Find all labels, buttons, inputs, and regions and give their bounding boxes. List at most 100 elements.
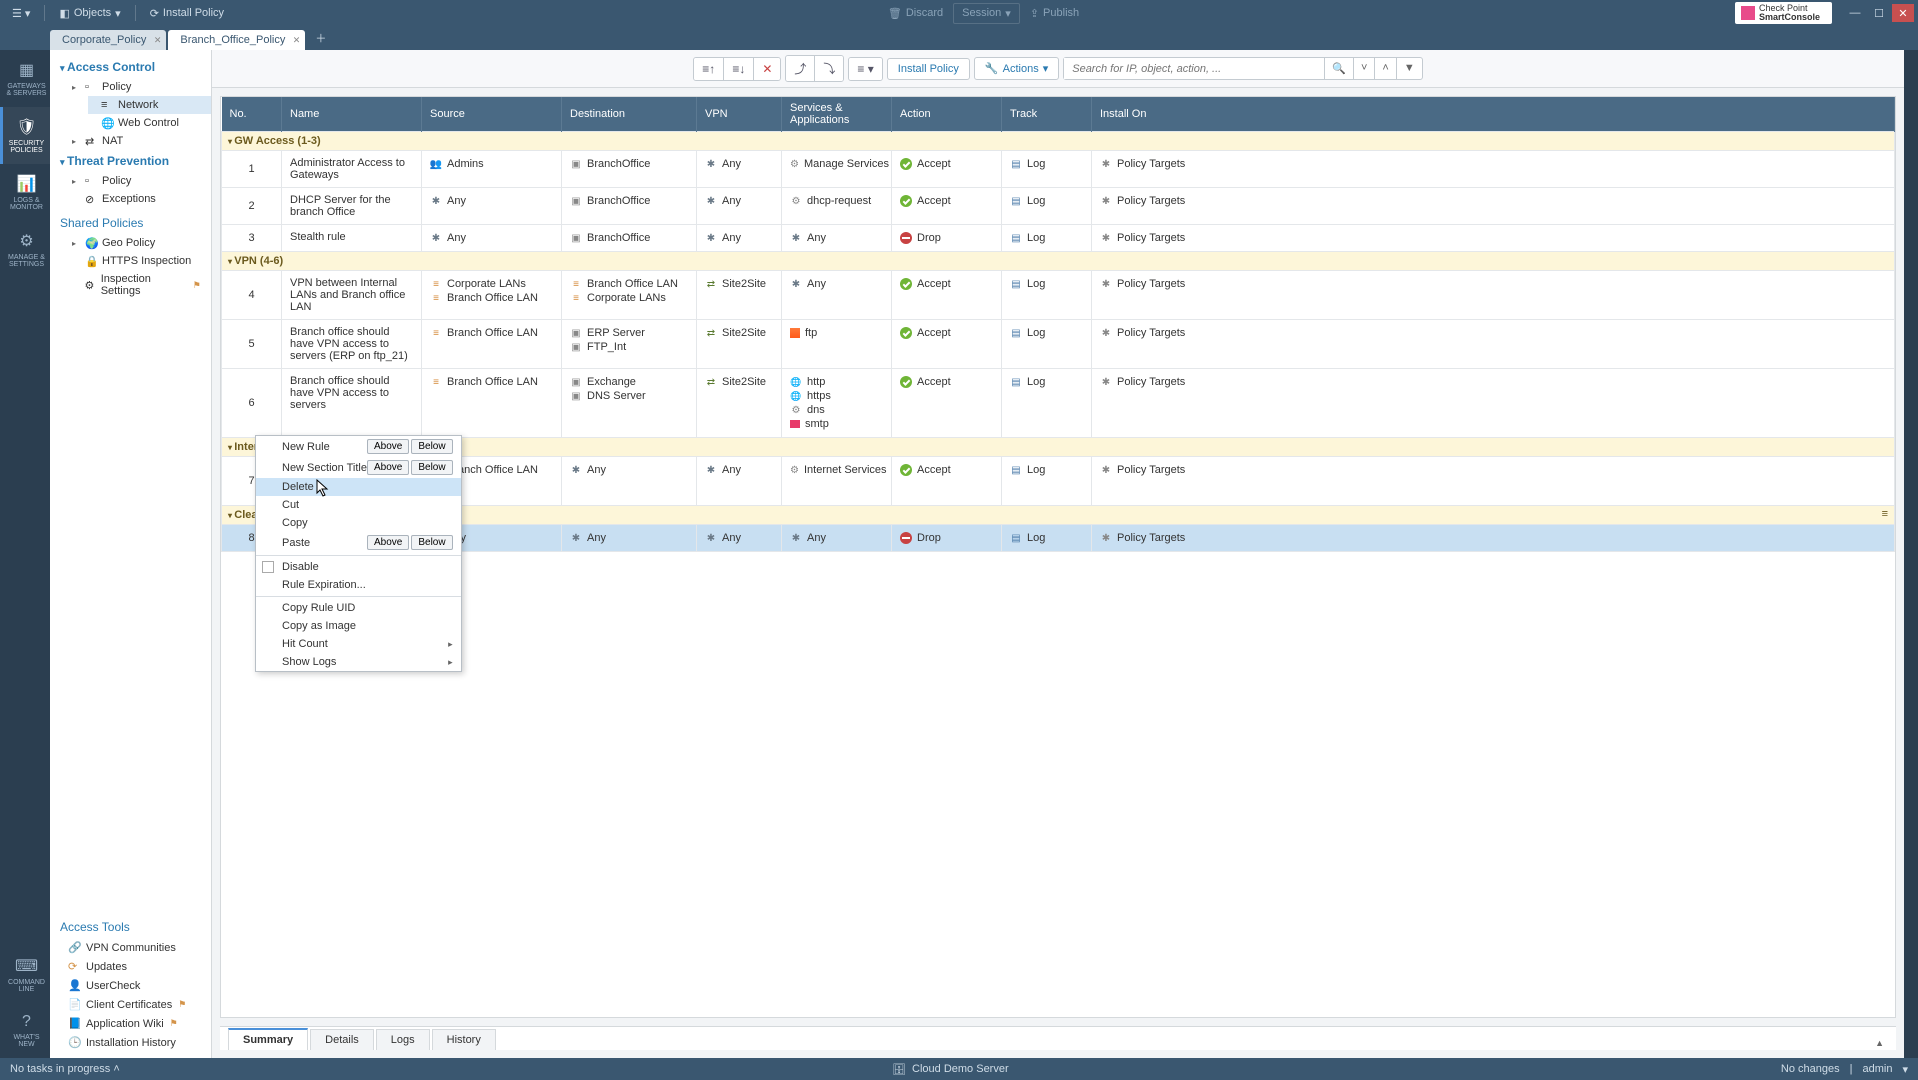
cell-value[interactable]: Branch Office LAN [587,278,678,290]
rule-name[interactable]: Administrator Access to Gateways [282,151,422,188]
cell-value[interactable]: Log [1027,232,1045,244]
search-button[interactable]: 🔍 [1324,58,1353,79]
cell-value[interactable]: Site2Site [722,376,766,388]
ctx-below-button[interactable]: Below [411,439,452,454]
sidebar-tp-policy[interactable]: ▫ Policy [50,172,211,190]
ctx-above-button[interactable]: Above [367,535,409,550]
search-input[interactable] [1064,58,1324,79]
tool-history[interactable]: 🕒Installation History [50,1033,211,1052]
col-dest[interactable]: Destination [562,97,697,132]
cell-value[interactable]: Accept [917,278,951,290]
discard-button[interactable]: 🗑 Discard [880,3,951,24]
app-menu-button[interactable]: ☰ ▾ [4,4,38,23]
cell-value[interactable]: Any [587,532,606,544]
cell-value[interactable]: dhcp-request [807,195,871,207]
sidebar-inspection[interactable]: ⚙ Inspection Settings ⚑ [50,270,211,300]
cell-value[interactable]: Policy Targets [1117,195,1185,207]
rule-name[interactable]: Branch office should have VPN access to … [282,320,422,369]
tab-add-button[interactable]: ＋ [307,26,334,50]
close-icon[interactable]: ✕ [154,35,162,46]
cell-value[interactable]: Policy Targets [1117,376,1185,388]
cell-value[interactable]: ftp [805,327,817,339]
add-above-button[interactable]: ≡↑ [694,58,724,80]
cell-value[interactable]: Branch Office LAN [447,327,538,339]
maximize-button[interactable]: ☐ [1868,4,1890,22]
bottom-tab-logs[interactable]: Logs [376,1029,430,1050]
cell-value[interactable]: Log [1027,327,1045,339]
sidebar-webcontrol[interactable]: 🌐 Web Control [88,114,211,132]
status-user[interactable]: admin [1863,1063,1893,1075]
tool-certs[interactable]: 📄Client Certificates⚑ [50,995,211,1014]
rail-gateways[interactable]: ▦ GATEWAYS & SERVERS [0,50,50,107]
rule-row[interactable]: 3 Stealth rule Any BranchOffice Any Any … [222,225,1895,252]
rail-whatsnew[interactable]: ? WHAT'S NEW [0,1003,50,1058]
ctx-expiration[interactable]: Rule Expiration... [256,576,461,594]
sidebar-geo[interactable]: 🌍 Geo Policy [50,234,211,252]
section-internet[interactable]: Internet Access (7) [222,438,1895,457]
cell-value[interactable]: Log [1027,195,1045,207]
ctx-copy[interactable]: Copy [256,514,461,532]
ctx-delete[interactable]: Delete [256,478,461,496]
rule-row[interactable]: 8 Cleanup Any Any Any Any Drop Log Polic… [222,525,1895,552]
tool-appwiki[interactable]: 📘Application Wiki⚑ [50,1014,211,1033]
cell-value[interactable]: Policy Targets [1117,327,1185,339]
cell-value[interactable]: Any [722,232,741,244]
tool-updates[interactable]: ⟳Updates [50,957,211,976]
sidebar-policy[interactable]: ▫ Policy [50,78,211,96]
cell-value[interactable]: Site2Site [722,327,766,339]
cell-value[interactable]: Any [587,464,606,476]
bottom-tab-summary[interactable]: Summary [228,1028,308,1050]
cell-value[interactable]: http [807,376,825,388]
cell-value[interactable]: Any [807,278,826,290]
cell-value[interactable]: https [807,390,831,402]
filter-button[interactable]: ▼ [1396,58,1422,79]
ctx-below-button[interactable]: Below [411,460,452,475]
rule-name[interactable]: DHCP Server for the branch Office [282,188,422,225]
cell-value[interactable]: BranchOffice [587,158,650,170]
cell-value[interactable]: Any [447,195,466,207]
cell-value[interactable]: BranchOffice [587,232,650,244]
cell-value[interactable]: Drop [917,532,941,544]
rail-logs[interactable]: 📊 LOGS & MONITOR [0,164,50,221]
cell-value[interactable]: FTP_Int [587,341,626,353]
rule-row[interactable]: 1 Administrator Access to Gateways Admin… [222,151,1895,188]
cell-value[interactable]: Accept [917,195,951,207]
ctx-cut[interactable]: Cut [256,496,461,514]
cell-value[interactable]: Log [1027,464,1045,476]
ctx-new-rule[interactable]: New Rule Above Below [256,436,461,457]
cell-value[interactable]: Policy Targets [1117,158,1185,170]
ctx-copy-uid[interactable]: Copy Rule UID [256,599,461,617]
cell-value[interactable]: Site2Site [722,278,766,290]
section-above-button[interactable]: ⤴ [786,56,815,81]
ctx-below-button[interactable]: Below [411,535,452,550]
cell-value[interactable]: Accept [917,327,951,339]
sidebar-threat-prevention[interactable]: Threat Prevention [50,150,211,172]
cell-value[interactable]: ERP Server [587,327,645,339]
col-track[interactable]: Track [1002,97,1092,132]
rail-security-policies[interactable]: 🛡 SECURITY POLICIES [0,107,50,164]
rule-row[interactable]: 5 Branch office should have VPN access t… [222,320,1895,369]
sidebar-access-control[interactable]: Access Control [50,56,211,78]
tab-corporate-policy[interactable]: Corporate_Policy ✕ [50,30,166,50]
cell-value[interactable]: Branch Office LAN [447,376,538,388]
col-install[interactable]: Install On [1092,97,1895,132]
bottom-tab-history[interactable]: History [432,1029,496,1050]
cell-value[interactable]: Policy Targets [1117,464,1185,476]
section-menu-icon[interactable]: ≡ [1882,508,1888,520]
cell-value[interactable]: Internet Services [804,464,887,476]
status-server[interactable]: 🗄Cloud Demo Server [892,1063,1009,1076]
cell-value[interactable]: Corporate LANs [447,278,526,290]
cell-value[interactable]: Any [807,232,826,244]
right-strip[interactable] [1904,50,1918,1058]
cell-value[interactable]: Accept [917,464,951,476]
cell-value[interactable]: Log [1027,376,1045,388]
bottom-tab-details[interactable]: Details [310,1029,374,1050]
col-services[interactable]: Services & Applications [782,97,892,132]
cell-value[interactable]: Accept [917,158,951,170]
cell-value[interactable]: BranchOffice [587,195,650,207]
col-no[interactable]: No. [222,97,282,132]
rule-row[interactable]: 4 VPN between Internal LANs and Branch o… [222,271,1895,320]
sidebar-nat[interactable]: ⇄ NAT [50,132,211,150]
rail-manage[interactable]: ⚙ MANAGE & SETTINGS [0,221,50,278]
close-icon[interactable]: ✕ [293,35,301,46]
